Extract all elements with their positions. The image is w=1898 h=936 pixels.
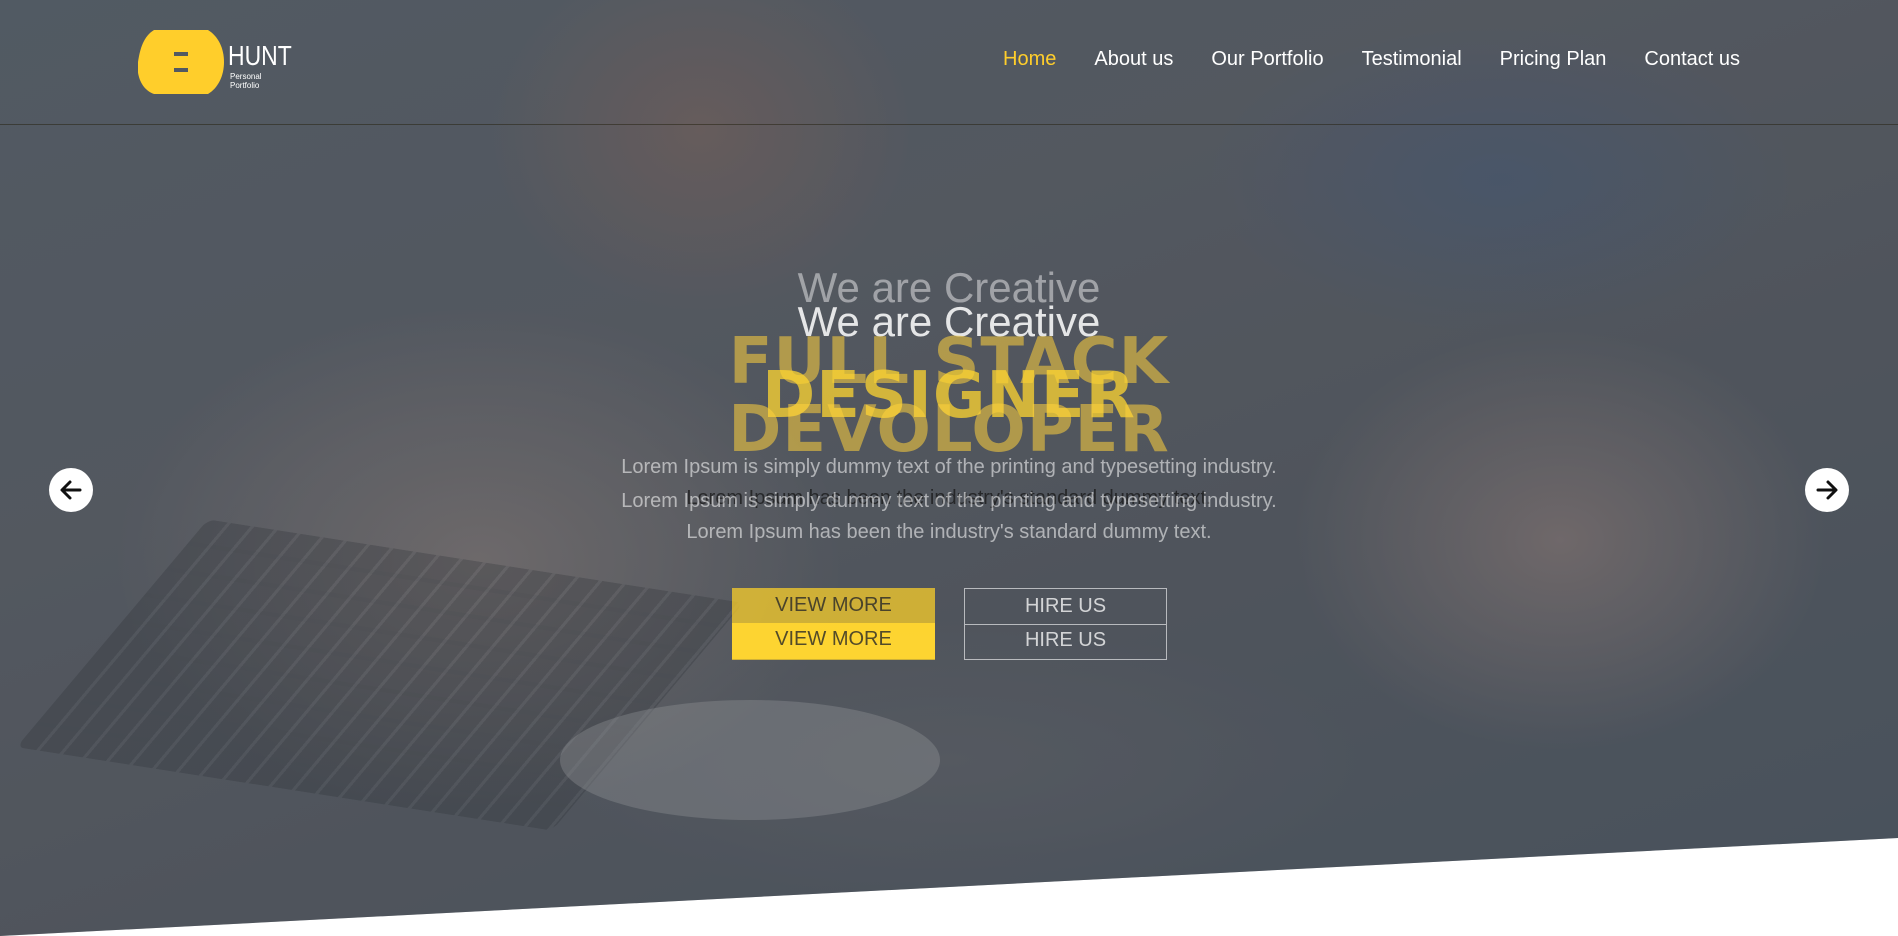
logo-tagline: Personal Portfolio (230, 72, 262, 90)
hire-us-label: HIRE US (1024, 629, 1107, 651)
nav-item-about-us[interactable]: About us (1094, 48, 1173, 71)
hire-us-button[interactable]: HIRE US HIRE US (964, 588, 1167, 660)
nav-item-home[interactable]: Home (1003, 48, 1056, 71)
main-nav: Home About us Our Portfolio Testimonial … (1003, 48, 1740, 71)
nav-item-our-portfolio[interactable]: Our Portfolio (1211, 48, 1323, 71)
arrow-right-icon (1816, 480, 1838, 500)
hero-slider: HUNT Personal Portfolio Home About us Ou… (0, 0, 1898, 936)
view-more-label: VIEW MORE (775, 628, 892, 650)
nav-item-contact-us[interactable]: Contact us (1644, 48, 1740, 71)
logo-h-icon (138, 30, 224, 94)
slide-description: Lorem Ipsum has been the industry's stan… (686, 521, 1212, 543)
site-header: HUNT Personal Portfolio Home About us Ou… (0, 0, 1898, 125)
view-more-label: VIEW MORE (775, 594, 892, 616)
nav-item-pricing-plan[interactable]: Pricing Plan (1500, 48, 1607, 71)
slide-description: Lorem Ipsum is simply dummy text of the … (621, 490, 1277, 512)
laptop-keyboard-image (16, 519, 744, 831)
button-divider (965, 624, 1166, 625)
slide-description: Lorem Ipsum is simply dummy text of the … (621, 456, 1277, 478)
logo-name: HUNT (228, 40, 292, 71)
nav-item-testimonial[interactable]: Testimonial (1362, 48, 1462, 71)
arrow-left-icon (60, 480, 82, 500)
hire-us-label: HIRE US (1024, 595, 1107, 617)
slider-next-button[interactable] (1805, 468, 1849, 512)
logo[interactable]: HUNT Personal Portfolio (138, 30, 292, 94)
slider-prev-button[interactable] (49, 468, 93, 512)
view-more-button[interactable]: VIEW MORE VIEW MORE (732, 588, 935, 660)
mouse-image (560, 700, 940, 820)
